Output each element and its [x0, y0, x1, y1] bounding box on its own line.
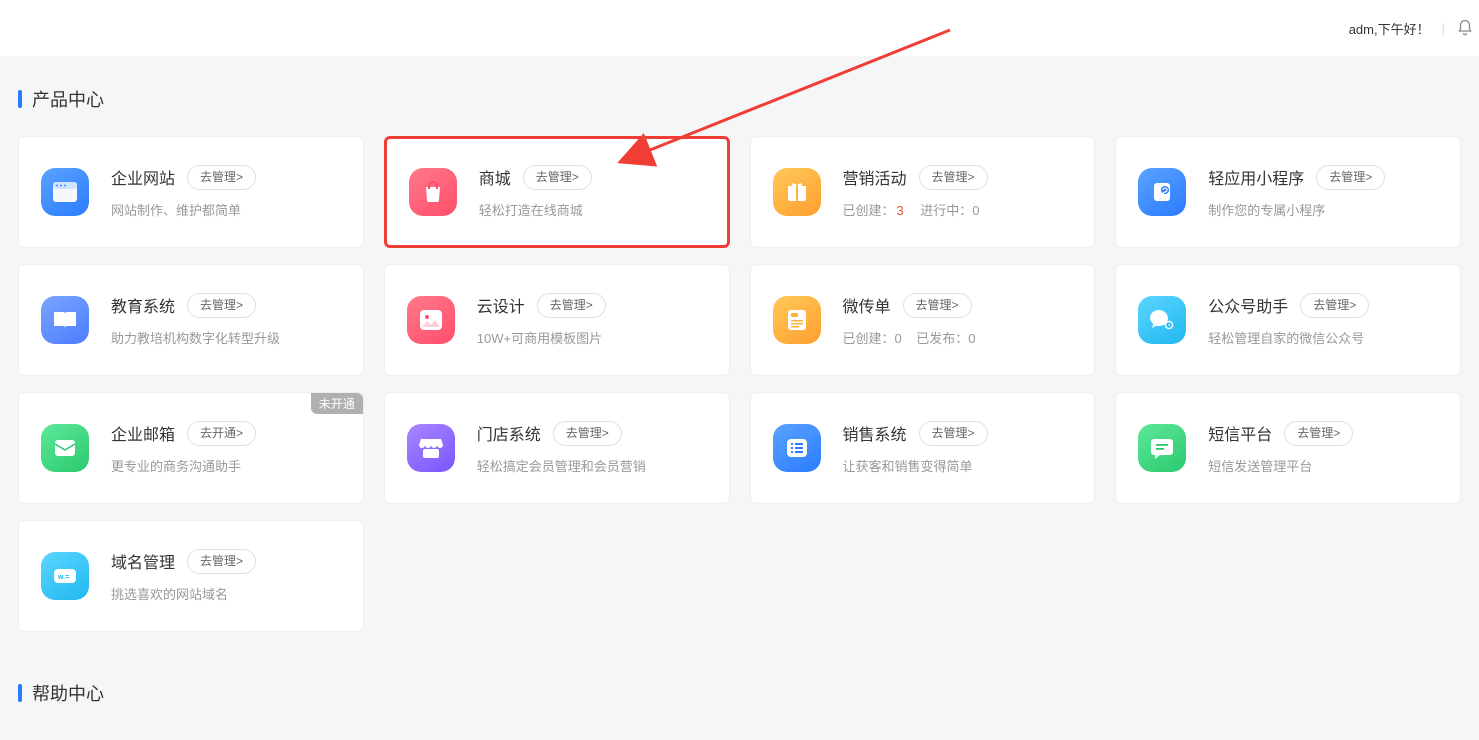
- card-sms[interactable]: 短信平台 去管理> 短信发送管理平台: [1115, 392, 1461, 504]
- card-desc: 制作您的专属小程序: [1208, 200, 1438, 219]
- manage-button[interactable]: 去管理>: [187, 549, 256, 574]
- card-desc: 轻松打造在线商城: [479, 200, 705, 219]
- manage-button[interactable]: 去管理>: [187, 165, 256, 190]
- card-wechat[interactable]: 公众号助手 去管理> 轻松管理自家的微信公众号: [1115, 264, 1461, 376]
- manage-button[interactable]: 去管理>: [523, 165, 592, 190]
- manage-button[interactable]: 去管理>: [903, 293, 972, 318]
- card-education[interactable]: 教育系统 去管理> 助力教培机构数字化转型升级: [18, 264, 364, 376]
- card-title: 轻应用小程序: [1208, 165, 1304, 189]
- card-desc: 已创建：0 已发布：0: [843, 328, 1073, 347]
- notification-icon[interactable]: [1455, 18, 1475, 38]
- manage-button[interactable]: 去管理>: [187, 293, 256, 318]
- gift-icon: [773, 168, 821, 216]
- card-miniapp[interactable]: 轻应用小程序 去管理> 制作您的专属小程序: [1115, 136, 1461, 248]
- svg-text:w.=: w.=: [57, 574, 69, 581]
- section-title-help: 帮助中心: [18, 680, 1461, 706]
- manage-button[interactable]: 去管理>: [919, 421, 988, 446]
- card-title: 企业网站: [111, 165, 175, 189]
- card-desc: 已创建：3 进行中：0: [843, 200, 1073, 219]
- card-title: 公众号助手: [1208, 293, 1288, 317]
- card-desc: 短信发送管理平台: [1208, 456, 1438, 475]
- section-title-label: 帮助中心: [32, 680, 104, 706]
- manage-button[interactable]: 去管理>: [1284, 421, 1353, 446]
- manage-button[interactable]: 去管理>: [1316, 165, 1385, 190]
- card-desc: 更专业的商务沟通助手: [111, 456, 341, 475]
- card-desc: 挑选喜欢的网站域名: [111, 584, 341, 603]
- card-sales[interactable]: 销售系统 去管理> 让获客和销售变得简单: [750, 392, 1096, 504]
- image-icon: [407, 296, 455, 344]
- card-title: 营销活动: [843, 165, 907, 189]
- greeting-text: adm,下午好！: [1349, 19, 1430, 38]
- domain-icon: w.=: [41, 552, 89, 600]
- manage-button[interactable]: 去管理>: [919, 165, 988, 190]
- card-email[interactable]: 未开通 企业邮箱 去开通> 更专业的商务沟通助手: [18, 392, 364, 504]
- separator: |: [1442, 21, 1445, 36]
- flyer-icon: [773, 296, 821, 344]
- card-title: 短信平台: [1208, 421, 1272, 445]
- card-title: 销售系统: [843, 421, 907, 445]
- wechat-icon: [1138, 296, 1186, 344]
- card-flyer[interactable]: 微传单 去管理> 已创建：0 已发布：0: [750, 264, 1096, 376]
- card-mall[interactable]: 商城 去管理> 轻松打造在线商城: [384, 136, 730, 248]
- book-icon: [41, 296, 89, 344]
- topbar: adm,下午好！ |: [0, 0, 1479, 56]
- card-desc: 网站制作、维护都简单: [111, 200, 341, 219]
- card-title: 教育系统: [111, 293, 175, 317]
- manage-button[interactable]: 去管理>: [553, 421, 622, 446]
- card-desc: 助力教培机构数字化转型升级: [111, 328, 341, 347]
- card-title: 商城: [479, 165, 511, 189]
- product-grid: 企业网站 去管理> 网站制作、维护都简单 商城 去管理> 轻松打造在线商城: [18, 136, 1461, 632]
- card-domain[interactable]: w.= 域名管理 去管理> 挑选喜欢的网站域名: [18, 520, 364, 632]
- card-title: 域名管理: [111, 549, 175, 573]
- card-title: 门店系统: [477, 421, 541, 445]
- card-website[interactable]: 企业网站 去管理> 网站制作、维护都简单: [18, 136, 364, 248]
- tag-badge: 未开通: [311, 393, 363, 414]
- section-title-label: 产品中心: [32, 86, 104, 112]
- card-desc: 让获客和销售变得简单: [843, 456, 1073, 475]
- miniapp-icon: [1138, 168, 1186, 216]
- manage-button[interactable]: 去管理>: [537, 293, 606, 318]
- card-desc: 轻松搞定会员管理和会员营销: [477, 456, 707, 475]
- email-icon: [41, 424, 89, 472]
- open-button[interactable]: 去开通>: [187, 421, 256, 446]
- card-marketing[interactable]: 营销活动 去管理> 已创建：3 进行中：0: [750, 136, 1096, 248]
- card-desc: 轻松管理自家的微信公众号: [1208, 328, 1438, 347]
- website-icon: [41, 168, 89, 216]
- card-title: 云设计: [477, 293, 525, 317]
- store-icon: [407, 424, 455, 472]
- card-design[interactable]: 云设计 去管理> 10W+可商用模板图片: [384, 264, 730, 376]
- card-store[interactable]: 门店系统 去管理> 轻松搞定会员管理和会员营销: [384, 392, 730, 504]
- manage-button[interactable]: 去管理>: [1300, 293, 1369, 318]
- mall-icon: [409, 168, 457, 216]
- card-title: 微传单: [843, 293, 891, 317]
- message-icon: [1138, 424, 1186, 472]
- list-icon: [773, 424, 821, 472]
- card-desc: 10W+可商用模板图片: [477, 328, 707, 347]
- card-title: 企业邮箱: [111, 421, 175, 445]
- section-title-products: 产品中心: [18, 86, 1461, 112]
